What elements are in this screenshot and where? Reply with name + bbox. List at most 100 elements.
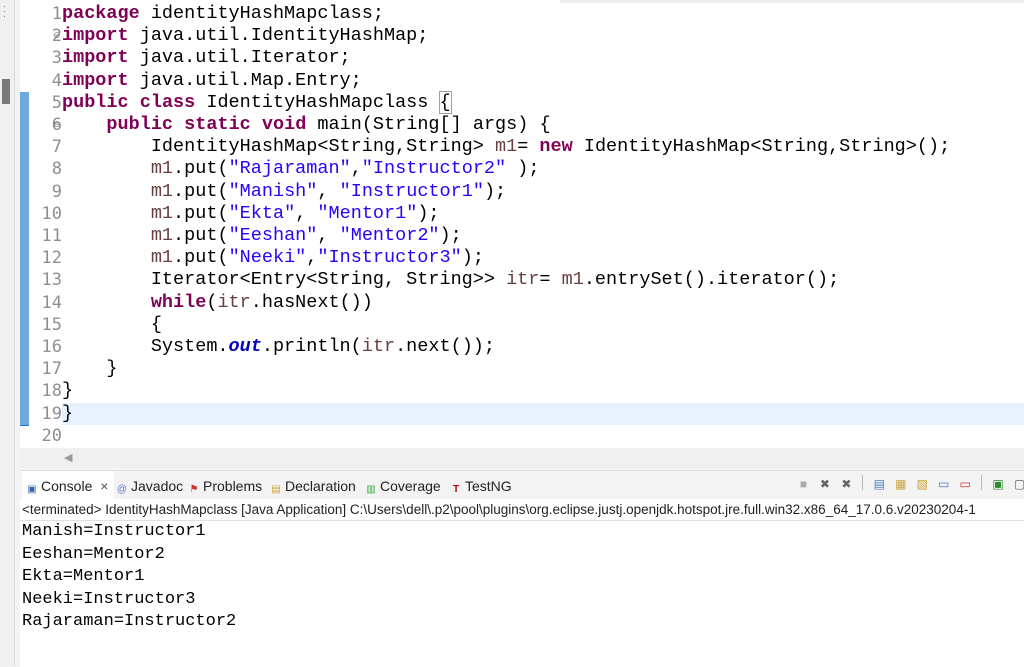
code-token-var: itr — [361, 336, 396, 357]
code-token-kw: import — [62, 69, 129, 91]
line-number: 16 — [41, 337, 62, 357]
drag-handle-icon[interactable]: · · · — [3, 2, 6, 21]
tab-problems[interactable]: ⚑ Problems — [188, 471, 263, 499]
line-number: 5 — [51, 92, 62, 113]
vertical-scrollbar-thumb[interactable] — [2, 79, 10, 104]
code-token-kw: while — [150, 291, 207, 313]
console-icon: ▣ — [27, 484, 37, 495]
code-token: .put( — [173, 180, 229, 202]
code-token-str: "Mentor2" — [339, 225, 440, 246]
code-token-var: m1 — [150, 202, 174, 224]
line-number: 20 — [41, 425, 62, 446]
remove-launch-icon[interactable]: ✖ — [818, 478, 831, 491]
code-line[interactable]: while(itr.hasNext()) — [62, 292, 373, 314]
coverage-icon: ▥ — [366, 484, 376, 495]
code-token: Iterator<Entry<String, String>> — [62, 269, 507, 291]
code-line[interactable]: package identityHashMapclass; — [62, 3, 384, 25]
change-ruler — [20, 92, 29, 426]
code-line[interactable]: m1.put("Manish", "Instructor1"); — [62, 181, 506, 203]
tab-testng[interactable]: T TestNG — [450, 471, 512, 499]
code-token-kw: public — [106, 114, 174, 135]
clear-console-icon[interactable]: ▤ — [873, 478, 886, 491]
code-token-var: m1 — [150, 225, 174, 246]
fold-toggle-icon[interactable]: ⊖ — [53, 119, 61, 130]
tab-console[interactable]: ▣ Console × — [22, 471, 114, 499]
scroll-lock-icon[interactable]: ▦ — [894, 478, 907, 491]
close-icon[interactable]: × — [100, 478, 108, 494]
code-line[interactable]: m1.put("Eeshan", "Mentor2"); — [62, 225, 462, 247]
code-token-str: "Manish" — [228, 180, 318, 202]
line-number: 19 — [41, 403, 62, 424]
tab-coverage[interactable]: ▥ Coverage — [365, 471, 440, 499]
code-editor[interactable]: 1 package identityHashMapclass; 2 ⊖ import j… — [20, 0, 1024, 448]
code-line[interactable]: public static void main(String[] args) { — [62, 114, 550, 136]
code-line[interactable]: public class IdentityHashMapclass { — [62, 90, 452, 114]
scroll-left-icon[interactable]: ◀ — [64, 451, 72, 464]
code-token-str: "Neeki" — [228, 247, 307, 269]
code-line[interactable]: } — [62, 358, 117, 380]
code-token: System. — [62, 336, 229, 357]
declaration-icon: ▤ — [271, 484, 281, 495]
fold-toggle-icon[interactable]: ⊖ — [53, 30, 61, 41]
line-number: 17 — [41, 359, 62, 380]
code-line[interactable]: import java.util.Map.Entry; — [62, 70, 362, 92]
code-token: = — [539, 269, 562, 291]
code-token: ); — [461, 247, 484, 269]
code-token-kw: static — [184, 114, 251, 135]
console-output-line: Neeki=Instructor3 — [22, 589, 196, 609]
remove-all-terminated-icon[interactable]: ✖ — [840, 478, 853, 491]
line-number: 1 — [51, 4, 62, 24]
line-number: 12 — [41, 248, 62, 269]
line-number: 10 — [41, 203, 62, 224]
code-token: ); — [506, 158, 540, 180]
code-token: ); — [417, 202, 440, 224]
line-number: 3 — [51, 48, 62, 69]
line-number: 9 — [51, 181, 62, 202]
code-line[interactable]: } — [62, 380, 73, 402]
show-on-stderr-icon[interactable]: ▭ — [959, 478, 972, 491]
code-line[interactable]: } — [62, 403, 73, 425]
code-token-kw: public — [62, 91, 129, 113]
code-token-var: itr — [217, 291, 251, 313]
code-line[interactable]: import java.util.IdentityHashMap; — [62, 25, 428, 47]
code-line[interactable]: System.out.println(itr.next()); — [62, 336, 495, 358]
terminate-icon[interactable]: ■ — [797, 478, 810, 491]
line-number: 7 — [51, 137, 62, 158]
code-line[interactable]: IdentityHashMap<String,String> m1= new I… — [62, 136, 950, 158]
tab-declaration[interactable]: ▤ Declaration — [270, 471, 356, 499]
code-line[interactable]: m1.put("Rajaraman","Instructor2" ); — [62, 158, 540, 180]
line-number: 4 — [51, 70, 62, 91]
display-console-icon[interactable]: ▢ — [1013, 478, 1024, 491]
horizontal-scrollbar[interactable]: ◀ — [20, 448, 1024, 468]
console-output-line: Rajaraman=Instructor2 — [22, 612, 237, 631]
current-line-highlight — [62, 403, 1024, 425]
code-line[interactable]: { — [62, 314, 162, 336]
code-line[interactable]: Iterator<Entry<String, String>> itr= m1.… — [62, 269, 839, 291]
code-token: .hasNext()) — [250, 291, 373, 313]
code-token: , — [317, 180, 340, 202]
console-output-line: Eeshan=Mentor2 — [22, 544, 165, 564]
code-token: .put( — [173, 158, 229, 180]
show-on-stdout-icon[interactable]: ▭ — [937, 478, 950, 491]
word-wrap-icon[interactable]: ▧ — [916, 478, 929, 491]
code-token: java.util.Iterator; — [128, 47, 351, 69]
code-line[interactable]: import java.util.Iterator; — [62, 47, 351, 69]
tab-label: Javadoc — [131, 478, 184, 494]
pin-console-icon[interactable]: ▣ — [992, 478, 1005, 491]
code-token: .put( — [173, 202, 229, 224]
code-line[interactable]: m1.put("Ekta", "Mentor1"); — [62, 203, 440, 225]
code-line[interactable]: m1.put("Neeki","Instructor3"); — [62, 247, 484, 269]
code-token: .put( — [173, 247, 229, 269]
console-toolbar: ■ ✖ ✖ ▤ ▦ ▧ ▭ ▭ ▣ ▢ ▼ ▣ — [795, 475, 1024, 495]
code-token-var: m1 — [561, 269, 584, 291]
code-token: , — [295, 202, 318, 224]
code-token: } — [62, 380, 74, 402]
tab-javadoc[interactable]: @ Javadoc — [116, 471, 183, 499]
tab-label: Console — [41, 478, 93, 494]
code-token: identityHashMapclass; — [150, 3, 384, 24]
code-token: java.util.IdentityHashMap; — [128, 25, 429, 47]
